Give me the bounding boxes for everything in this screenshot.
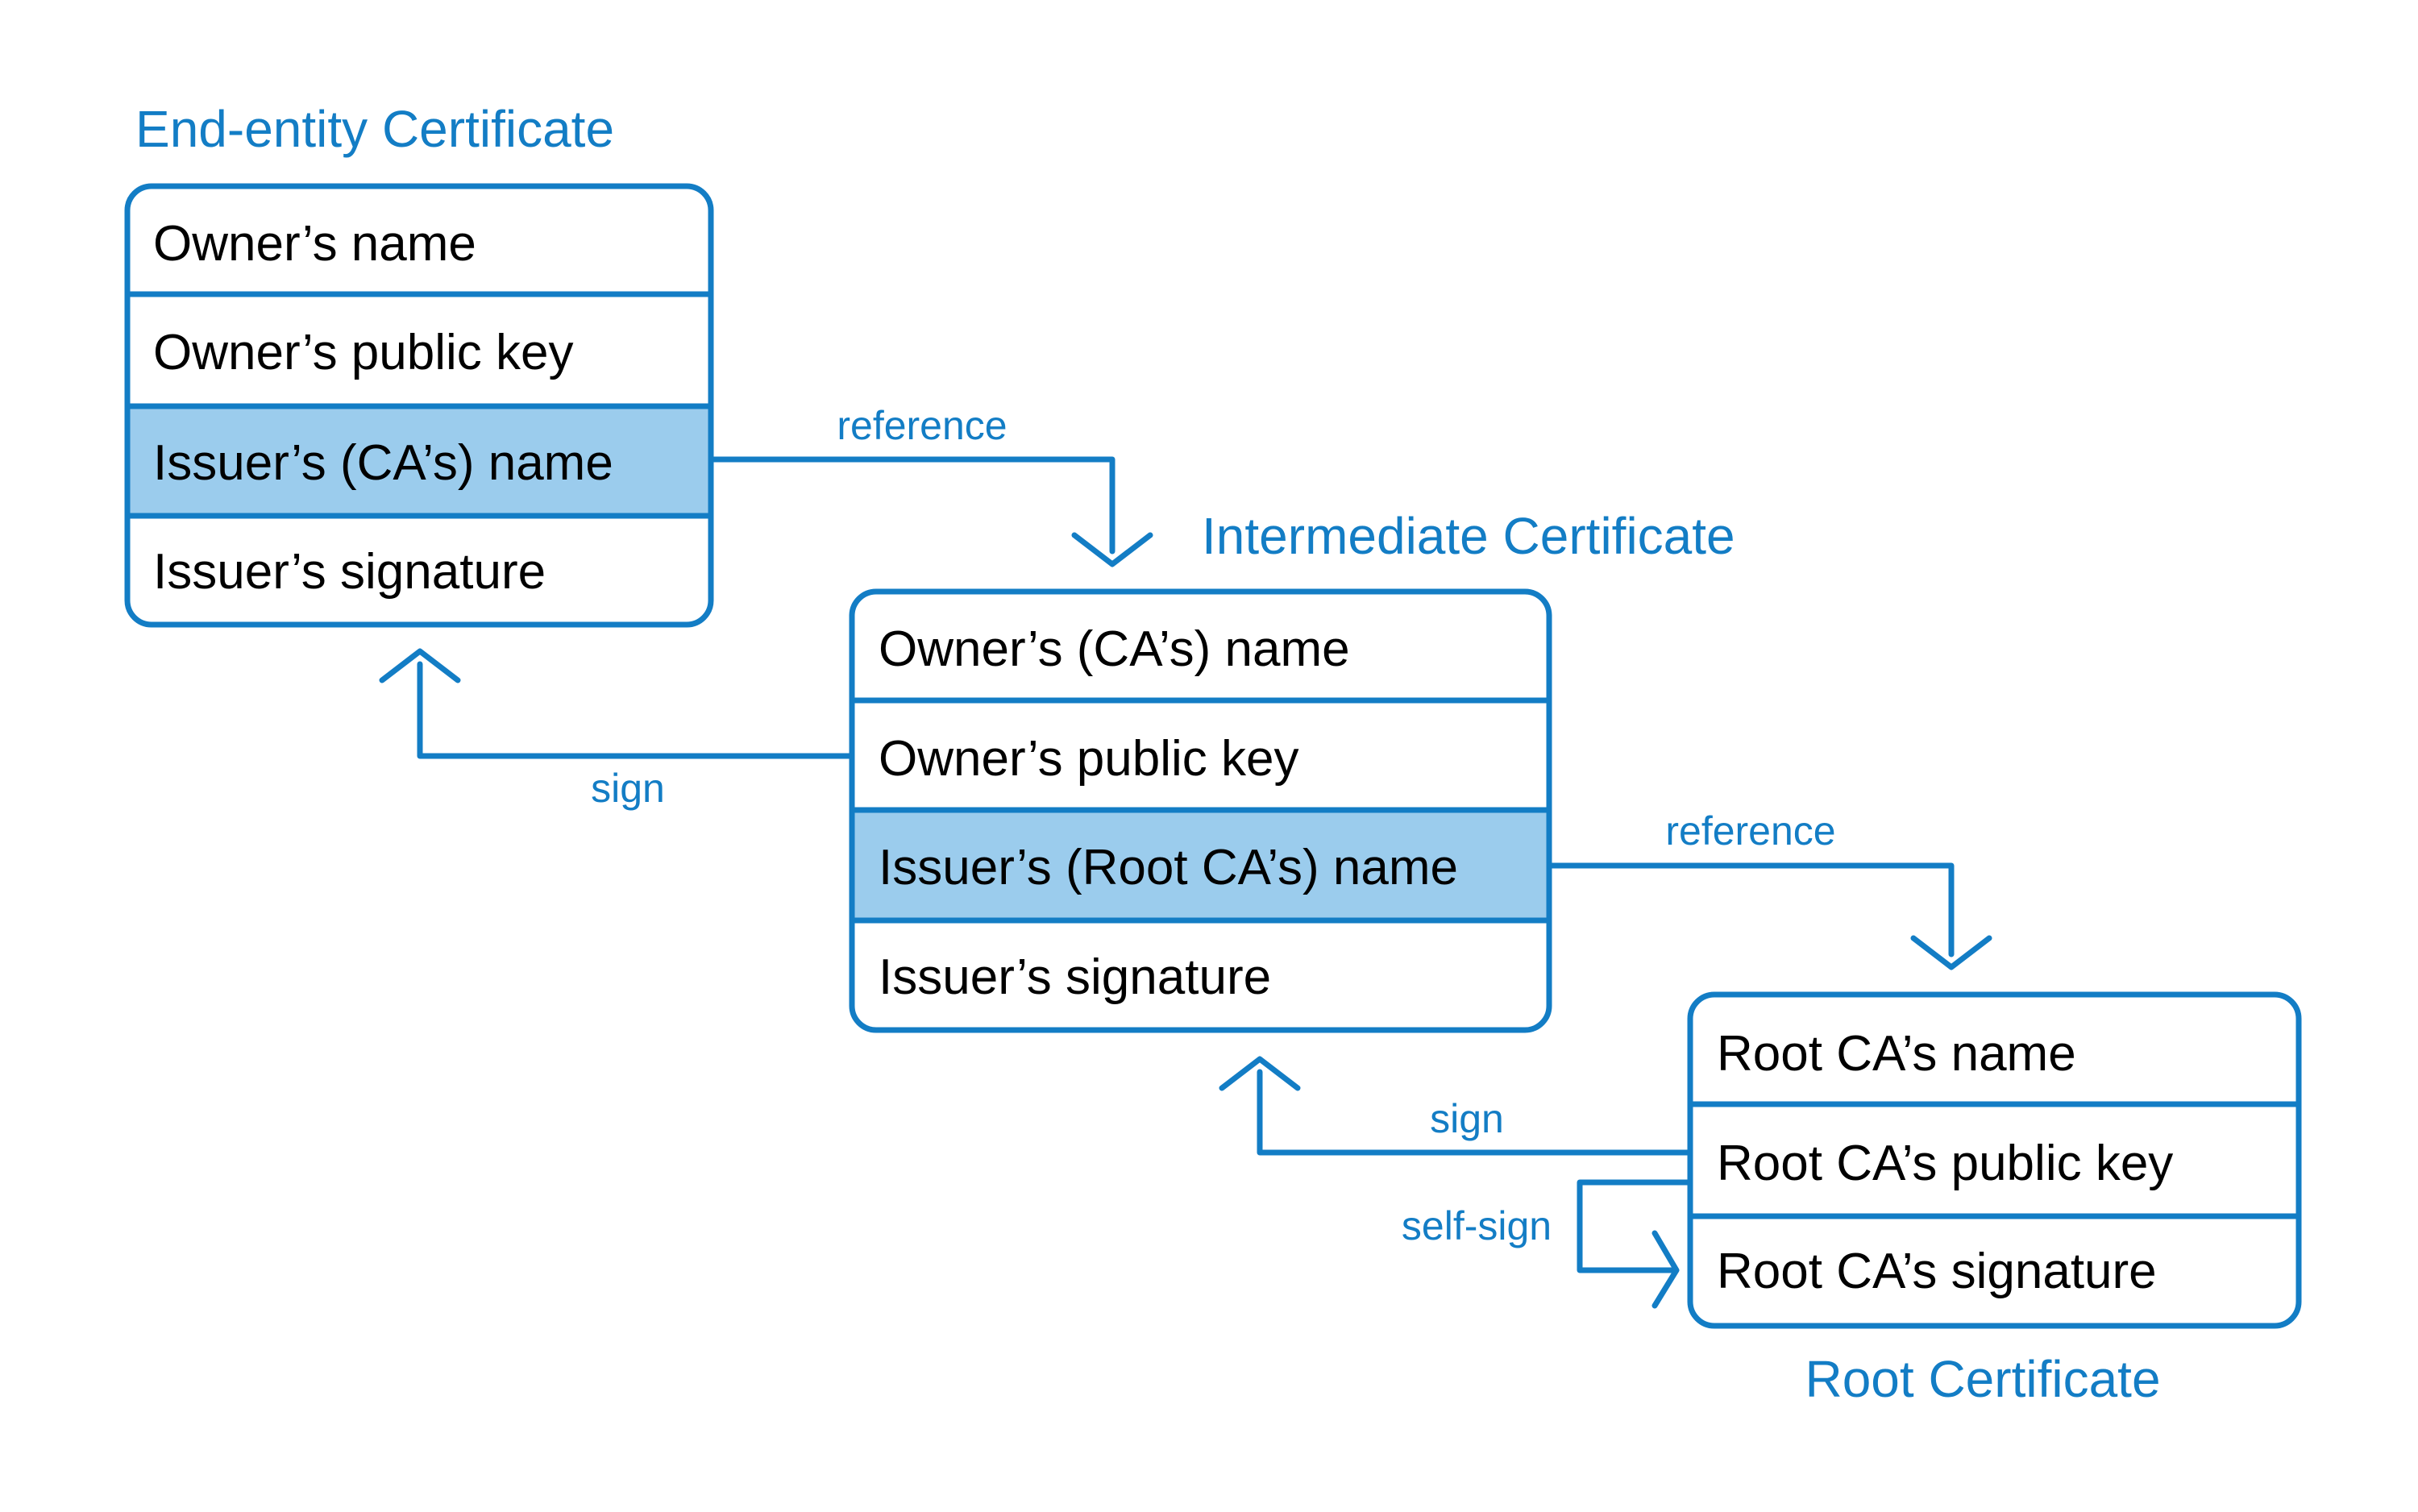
self-sign-label: self-sign <box>1402 1203 1552 1248</box>
end-entity-certificate: End-entity Certificate Owner’s name Owne… <box>124 100 714 628</box>
reference-line-2 <box>1546 862 1955 957</box>
end-entity-field-issuer-signature: Issuer’s signature <box>153 544 546 600</box>
self-sign-connector: self-sign <box>1402 1179 1693 1309</box>
end-entity-title: End-entity Certificate <box>135 100 614 158</box>
root-field-public-key: Root CA’s public key <box>1717 1136 2173 1191</box>
reference-connector-1: reference <box>708 403 1153 567</box>
intermediate-field-issuer-name: Issuer’s (Root CA’s) name <box>879 840 1458 895</box>
sign-connector-1: sign <box>379 648 855 811</box>
self-sign-line <box>1577 1179 1693 1273</box>
intermediate-field-owner-name: Owner’s (CA’s) name <box>879 621 1350 677</box>
certificate-chain-diagram: End-entity Certificate Owner’s name Owne… <box>124 100 2302 1408</box>
reference-line-1 <box>708 456 1116 555</box>
root-field-signature: Root CA’s signature <box>1717 1244 2157 1299</box>
intermediate-field-owner-public-key: Owner’s public key <box>879 731 1299 787</box>
root-certificate: Root CA’s name Root CA’s public key Root… <box>1687 991 2302 1408</box>
end-entity-field-owner-public-key: Owner’s public key <box>153 325 574 380</box>
sign-label-2: sign <box>1430 1096 1504 1141</box>
intermediate-certificate: Intermediate Certificate Owner’s (CA’s) … <box>849 507 1735 1033</box>
root-title: Root Certificate <box>1805 1350 2160 1408</box>
reference-connector-2: reference <box>1546 808 1992 970</box>
sign-label-1: sign <box>591 766 665 811</box>
sign-connector-2: sign <box>1219 1056 1693 1156</box>
end-entity-field-owner-name: Owner’s name <box>153 216 476 272</box>
reference-label-1: reference <box>837 403 1007 448</box>
intermediate-field-issuer-signature: Issuer’s signature <box>879 949 1271 1005</box>
sign-line-1 <box>417 661 855 759</box>
root-field-name: Root CA’s name <box>1717 1026 2076 1082</box>
end-entity-field-issuer-name: Issuer’s (CA’s) name <box>153 435 613 491</box>
reference-label-2: reference <box>1665 808 1835 854</box>
intermediate-title: Intermediate Certificate <box>1202 507 1735 565</box>
